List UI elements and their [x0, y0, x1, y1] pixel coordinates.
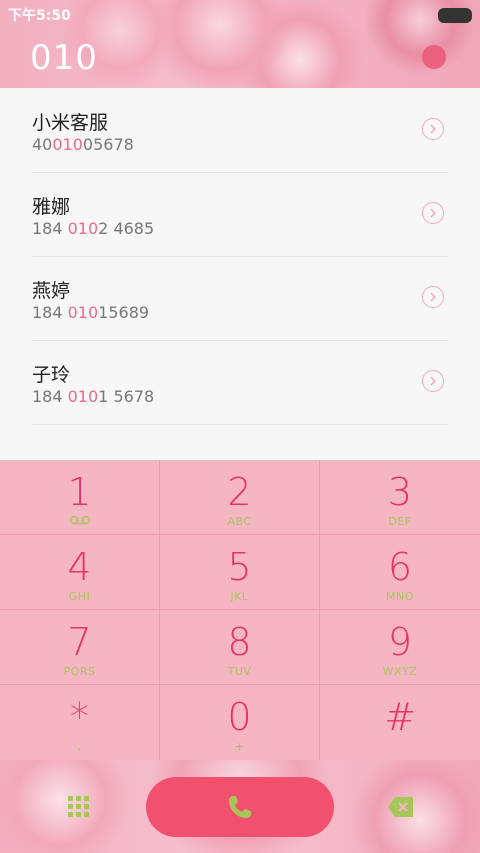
- key-6[interactable]: 6 MNO: [320, 535, 480, 610]
- key-5[interactable]: 5 JKL: [160, 535, 320, 610]
- result-row[interactable]: 子玲 184 0101 5678: [32, 340, 448, 425]
- contact-name: 燕婷: [32, 280, 71, 302]
- voicemail-icon: [0, 515, 159, 528]
- key-2[interactable]: 2 ABC: [160, 460, 320, 535]
- chevron-right-icon[interactable]: [422, 370, 444, 392]
- dialpad: 1 2 ABC 3 DEF 4 GHI 5 JKL 6 MNO 7 PQRS 8…: [0, 460, 480, 760]
- status-time: 下午5:50: [8, 8, 71, 24]
- dialed-number: 010: [30, 38, 98, 78]
- contact-name: 子玲: [32, 364, 71, 386]
- contact-name: 雅娜: [32, 196, 71, 218]
- key-1[interactable]: 1: [0, 460, 160, 535]
- chevron-right-icon[interactable]: [422, 118, 444, 140]
- contact-number: 4001005678: [32, 135, 134, 154]
- battery-icon: [438, 8, 472, 23]
- search-results: 小米客服 4001005678 雅娜 184 0102 4685 燕婷 184 …: [0, 88, 480, 460]
- call-button[interactable]: [146, 777, 334, 837]
- bottom-bar: [0, 760, 480, 853]
- key-3[interactable]: 3 DEF: [320, 460, 480, 535]
- status-bar: 下午5:50: [0, 0, 480, 26]
- key-7[interactable]: 7 PQRS: [0, 610, 160, 685]
- key-0[interactable]: 0 +: [160, 685, 320, 760]
- result-row[interactable]: 燕婷 184 01015689: [32, 256, 448, 341]
- contact-number: 184 0102 4685: [32, 219, 155, 238]
- result-row[interactable]: 小米客服 4001005678: [32, 88, 448, 173]
- contact-name: 小米客服: [32, 112, 109, 134]
- key-8[interactable]: 8 TUV: [160, 610, 320, 685]
- chevron-right-icon[interactable]: [422, 286, 444, 308]
- chevron-right-icon[interactable]: [422, 202, 444, 224]
- phone-icon: [229, 796, 251, 818]
- key-9[interactable]: 9 WXYZ: [320, 610, 480, 685]
- key-star[interactable]: * ,: [0, 685, 160, 760]
- contact-number: 184 0101 5678: [32, 387, 155, 406]
- dialpad-icon[interactable]: [66, 794, 92, 820]
- result-row[interactable]: 雅娜 184 0102 4685: [32, 172, 448, 257]
- key-4[interactable]: 4 GHI: [0, 535, 160, 610]
- contact-number: 184 01015689: [32, 303, 150, 322]
- backspace-icon[interactable]: [386, 794, 416, 820]
- key-hash[interactable]: #: [320, 685, 480, 760]
- indicator-dot: [422, 45, 446, 69]
